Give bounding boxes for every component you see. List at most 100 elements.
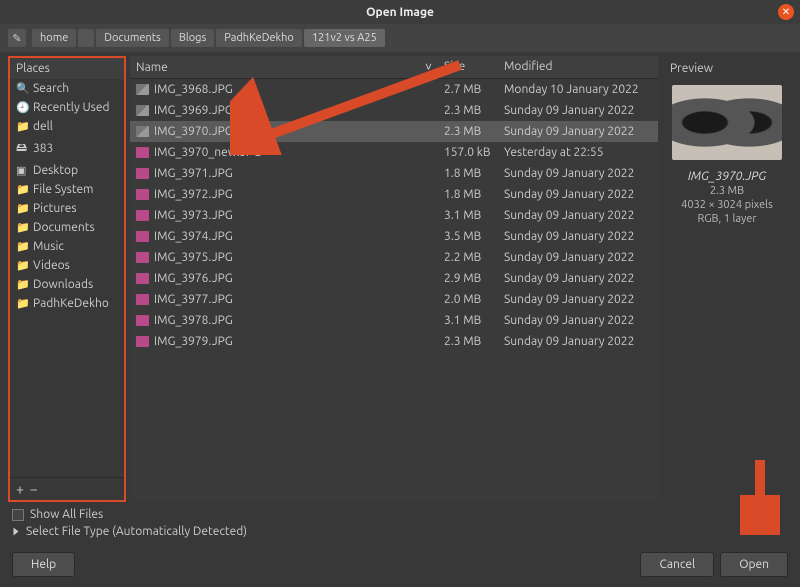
file-icon [136,168,149,179]
sort-indicator-icon: ˅ [425,60,432,74]
file-row[interactable]: IMG_3972.JPG 1.8 MBSunday 09 January 2022 [130,184,658,205]
place-icon: 📁 [16,240,28,253]
sidebar-item[interactable]: ▣ Desktop [10,161,124,180]
sidebar-item[interactable]: 📁Pictures [10,199,124,218]
file-list-body[interactable]: IMG_3968.JPG2.7 MBMonday 10 January 2022… [130,79,658,502]
file-row[interactable]: IMG_3978.JPG3.1 MBSunday 09 January 2022 [130,310,658,331]
breadcrumb-item[interactable]: home [32,29,76,47]
file-size: 1.8 MB [438,186,498,203]
file-modified: Sunday 09 January 2022 [498,123,658,140]
file-row[interactable]: IMG_3976.JPG 2.9 MBSunday 09 January 2022 [130,268,658,289]
place-label: Downloads [33,278,93,291]
file-modified: Sunday 09 January 2022 [498,228,658,245]
sidebar-item[interactable]: 📁Music [10,237,124,256]
breadcrumb: home DocumentsBlogsPadhKeDekho121v2 vs A2… [32,29,385,47]
file-icon [136,210,149,221]
file-size: 2.9 MB [438,270,498,287]
file-icon [136,231,149,242]
expand-icon[interactable] [14,528,19,536]
breadcrumb-item[interactable] [78,29,94,47]
column-size[interactable]: Size [438,56,498,78]
file-icon [136,189,149,200]
file-name: IMG_3979.JPG [154,335,233,348]
checkbox-icon[interactable] [12,509,24,521]
file-icon [136,294,149,305]
column-name[interactable]: Name ˅ [130,56,438,78]
options-area: Show All Files Select File Type (Automat… [0,502,800,546]
cancel-button[interactable]: Cancel [640,552,714,577]
remove-bookmark-icon[interactable]: − [30,481,38,497]
sidebar-item[interactable]: 🖴383 [10,136,124,161]
breadcrumb-item[interactable]: PadhKeDekho [216,29,302,47]
open-button[interactable]: Open [720,552,788,577]
breadcrumb-item[interactable]: Documents [96,29,169,47]
preview-layers: RGB, 1 layer [697,213,756,225]
place-label: dell [33,120,53,133]
file-row[interactable]: IMG_3974.JPG3.5 MBSunday 09 January 2022 [130,226,658,247]
breadcrumb-item[interactable]: 121v2 vs A25 [304,29,385,47]
preview-size: 2.3 MB [710,185,744,197]
file-icon [136,126,149,137]
file-row[interactable]: IMG_3973.JPG 3.1 MBSunday 09 January 2022 [130,205,658,226]
file-modified: Sunday 09 January 2022 [498,207,658,224]
file-name: IMG_3973.JPG [154,209,233,222]
file-modified: Sunday 09 January 2022 [498,186,658,203]
file-icon [136,147,149,158]
file-name: IMG_3977.JPG [154,293,233,306]
filetype-row[interactable]: Select File Type (Automatically Detected… [12,523,788,540]
sidebar-item[interactable]: 📁Documents [10,218,124,237]
file-list-header: Name ˅ Size Modified [130,56,658,79]
places-header: Places [10,58,124,79]
file-name: IMG_3974.JPG [154,230,233,243]
sidebar-item[interactable]: 📁dell [10,117,124,136]
add-bookmark-icon[interactable]: + [16,481,24,497]
close-icon[interactable]: ✕ [778,4,794,20]
place-icon: ▣ [16,164,28,177]
place-label: Search [33,82,69,95]
sidebar-item[interactable]: 📁PadhKeDekho [10,294,124,313]
file-row[interactable]: IMG_3968.JPG2.7 MBMonday 10 January 2022 [130,79,658,100]
file-icon [136,84,149,95]
file-row[interactable]: IMG_3970_new.JPG157.0 kBYesterday at 22:… [130,142,658,163]
file-size: 3.1 MB [438,207,498,224]
footer: Help Cancel Open [0,546,800,587]
place-label: Desktop [33,164,78,177]
place-icon: 🕘 [16,101,28,114]
place-label: 383 [33,142,53,155]
preview-filename: IMG_3970.JPG [688,170,766,183]
sidebar-item[interactable]: 🕘Recently Used [10,98,124,117]
main-area: Places 🔍Search🕘Recently Used📁dell🖴383▣De… [0,52,800,502]
show-all-files-label: Show All Files [30,508,103,521]
sidebar-item[interactable]: 📁File System [10,180,124,199]
column-modified[interactable]: Modified [498,56,658,78]
file-size: 2.3 MB [438,333,498,350]
file-icon [136,336,149,347]
file-row[interactable]: IMG_3971.JPG1.8 MBSunday 09 January 2022 [130,163,658,184]
sidebar-item[interactable]: 📁Downloads [10,275,124,294]
file-size: 2.0 MB [438,291,498,308]
preview-header: Preview [666,60,717,77]
file-row[interactable]: IMG_3979.JPG 2.3 MBSunday 09 January 2022 [130,331,658,352]
show-all-files-row[interactable]: Show All Files [12,506,788,523]
file-modified: Yesterday at 22:55 [498,144,658,161]
file-row[interactable]: IMG_3970.JPG2.3 MBSunday 09 January 2022 [130,121,658,142]
file-modified: Sunday 09 January 2022 [498,102,658,119]
file-row[interactable]: IMG_3975.JPG2.2 MBSunday 09 January 2022 [130,247,658,268]
places-list: 🔍Search🕘Recently Used📁dell🖴383▣Desktop📁F… [10,79,124,477]
breadcrumb-item[interactable]: Blogs [171,29,214,47]
file-name: IMG_3971.JPG [154,167,233,180]
file-modified: Sunday 09 January 2022 [498,333,658,350]
help-button[interactable]: Help [12,552,75,577]
file-modified: Sunday 09 January 2022 [498,249,658,266]
file-modified: Sunday 09 January 2022 [498,270,658,287]
file-name: IMG_3972.JPG [154,188,233,201]
sidebar-item[interactable]: 📁Videos [10,256,124,275]
toolbar: ✎ home DocumentsBlogsPadhKeDekho121v2 vs … [0,24,800,52]
file-name: IMG_3976.JPG [154,272,233,285]
edit-path-icon[interactable]: ✎ [8,29,26,47]
sidebar-item[interactable]: 🔍Search [10,79,124,98]
file-icon [136,252,149,263]
file-row[interactable]: IMG_3977.JPG2.0 MBSunday 09 January 2022 [130,289,658,310]
file-row[interactable]: IMG_3969.JPG2.3 MBSunday 09 January 2022 [130,100,658,121]
place-label: Documents [33,221,95,234]
